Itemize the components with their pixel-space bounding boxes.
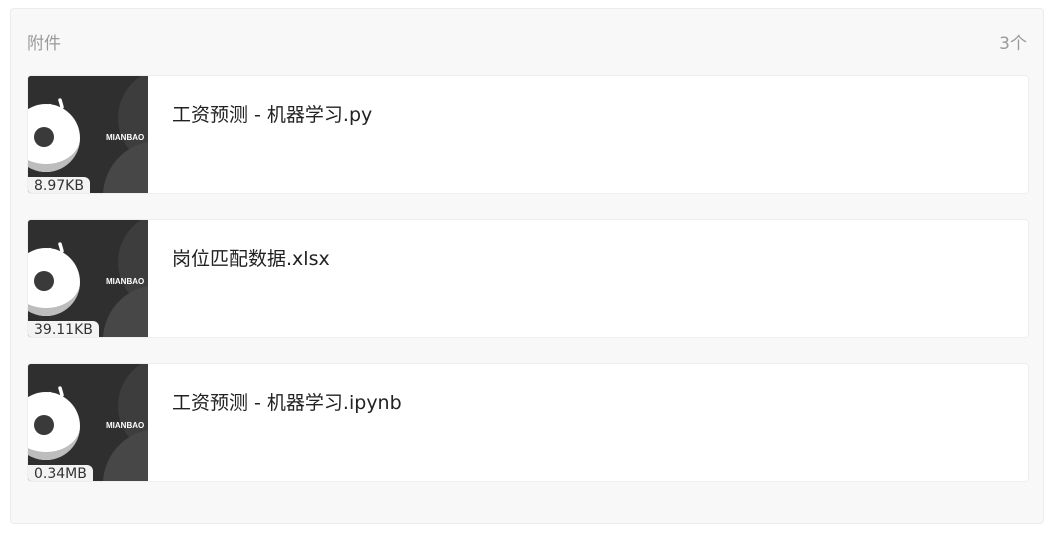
- file-name[interactable]: 岗位匹配数据.xlsx: [172, 244, 330, 271]
- attachment-item[interactable]: MIANBAO 8.97KB 工资预测 - 机器学习.py: [27, 75, 1029, 194]
- panel-header: 附件 3个: [27, 29, 1027, 54]
- attachment-item[interactable]: MIANBAO 0.34MB 工资预测 - 机器学习.ipynb: [27, 363, 1029, 482]
- file-size: 0.34MB: [28, 465, 93, 481]
- attachments-panel: 附件 3个 MIANBAO 8.97KB 工资预测 - 机器学习.py MIAN…: [10, 8, 1044, 524]
- file-thumbnail: MIANBAO 0.34MB: [28, 364, 148, 481]
- file-size: 8.97KB: [28, 177, 90, 193]
- file-thumbnail: MIANBAO 8.97KB: [28, 76, 148, 193]
- thumb-label: MIANBAO: [106, 133, 144, 142]
- file-name[interactable]: 工资预测 - 机器学习.py: [172, 100, 372, 127]
- panel-title: 附件: [27, 34, 61, 54]
- attachment-count: 3个: [999, 34, 1027, 54]
- file-thumbnail: MIANBAO 39.11KB: [28, 220, 148, 337]
- attachment-item[interactable]: MIANBAO 39.11KB 岗位匹配数据.xlsx: [27, 219, 1029, 338]
- file-name[interactable]: 工资预测 - 机器学习.ipynb: [172, 388, 402, 415]
- thumb-label: MIANBAO: [106, 277, 144, 286]
- file-size: 39.11KB: [28, 321, 99, 337]
- thumb-label: MIANBAO: [106, 421, 144, 430]
